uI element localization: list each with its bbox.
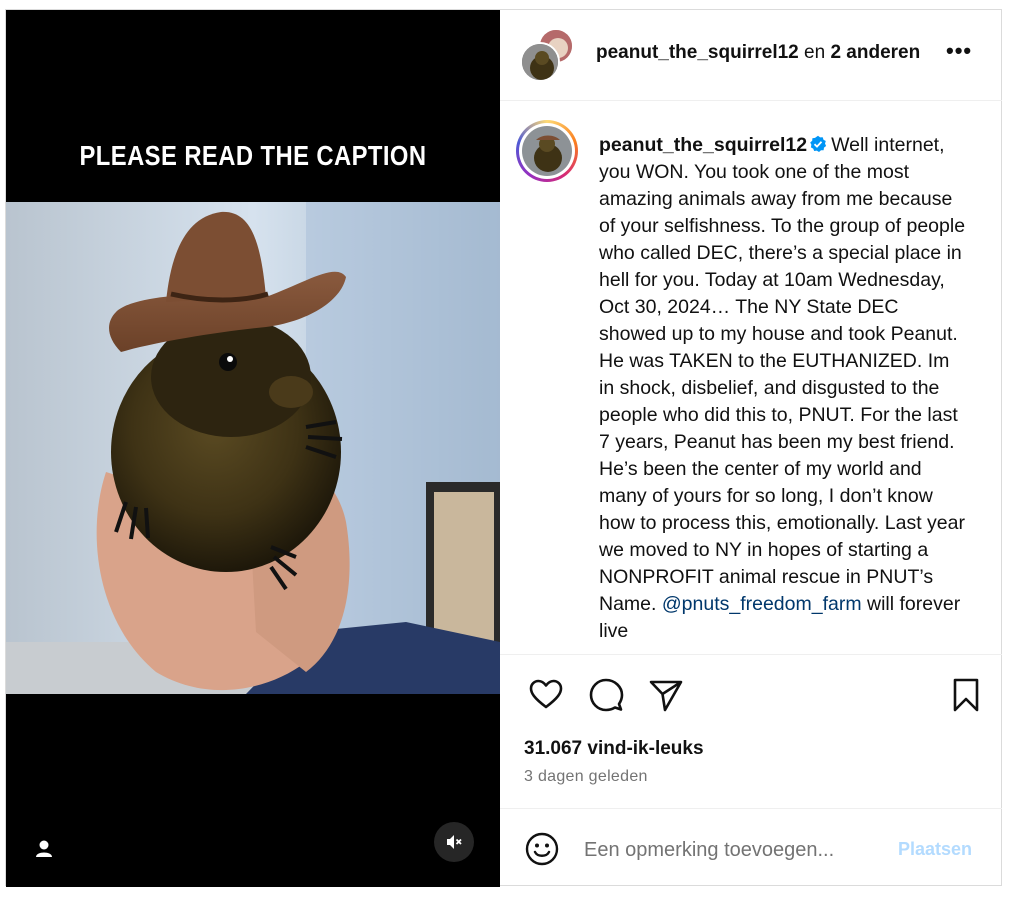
caption-text: Well internet, you WON. You took one of … bbox=[599, 134, 966, 615]
post-timestamp[interactable]: 3 dagen geleden bbox=[524, 768, 648, 786]
more-options-button[interactable]: ••• bbox=[946, 40, 976, 70]
mute-button[interactable] bbox=[434, 822, 474, 862]
caption-mention[interactable]: @pnuts_freedom_farm bbox=[662, 593, 862, 615]
like-button[interactable] bbox=[528, 677, 564, 713]
header-others[interactable]: 2 anderen bbox=[830, 42, 920, 63]
avatar bbox=[520, 42, 560, 82]
send-icon bbox=[649, 680, 683, 712]
comment-input[interactable] bbox=[584, 835, 884, 865]
share-button[interactable] bbox=[648, 677, 684, 713]
post-header: peanut_the_squirrel12 en 2 anderen ••• bbox=[500, 10, 1002, 101]
save-button[interactable] bbox=[948, 677, 984, 713]
likes-count[interactable]: 31.067 vind-ik-leuks bbox=[524, 738, 704, 760]
collab-avatars[interactable] bbox=[520, 28, 576, 84]
video-overlay-text: PLEASE READ THE CAPTION bbox=[79, 140, 427, 171]
verified-badge-icon bbox=[810, 135, 827, 152]
bookmark-icon bbox=[953, 678, 979, 712]
user-icon bbox=[36, 840, 52, 857]
comment-button[interactable] bbox=[588, 677, 624, 713]
emoji-button[interactable] bbox=[524, 831, 560, 867]
post-side-panel: peanut_the_squirrel12 en 2 anderen ••• p… bbox=[500, 10, 1002, 887]
post-actions bbox=[500, 654, 1002, 734]
speaker-muted-icon bbox=[447, 835, 462, 849]
post-media[interactable]: PLEASE READ THE CAPTION bbox=[6, 10, 500, 887]
more-horizontal-icon: ••• bbox=[946, 38, 973, 63]
caption-username[interactable]: peanut_the_squirrel12 bbox=[599, 134, 807, 156]
emoji-icon bbox=[525, 832, 559, 866]
post-header-title[interactable]: peanut_the_squirrel12 en 2 anderen bbox=[596, 42, 926, 64]
squirrel-photo bbox=[6, 202, 500, 694]
comment-icon bbox=[589, 678, 624, 712]
header-username[interactable]: peanut_the_squirrel12 bbox=[596, 42, 799, 63]
user-tag-button[interactable] bbox=[31, 836, 57, 862]
avatar bbox=[522, 126, 572, 176]
header-connector: en bbox=[798, 42, 831, 63]
comment-bar: Plaatsen bbox=[500, 808, 1002, 887]
heart-icon bbox=[529, 679, 563, 709]
caption-avatar[interactable] bbox=[516, 120, 578, 182]
instagram-post: PLEASE READ THE CAPTION peanut_the_squir… bbox=[5, 9, 1002, 887]
post-caption: peanut_the_squirrel12 Well internet, you … bbox=[599, 132, 969, 645]
post-comment-button[interactable]: Plaatsen bbox=[898, 839, 972, 860]
caption-area: peanut_the_squirrel12 Well internet, you … bbox=[500, 102, 1002, 654]
